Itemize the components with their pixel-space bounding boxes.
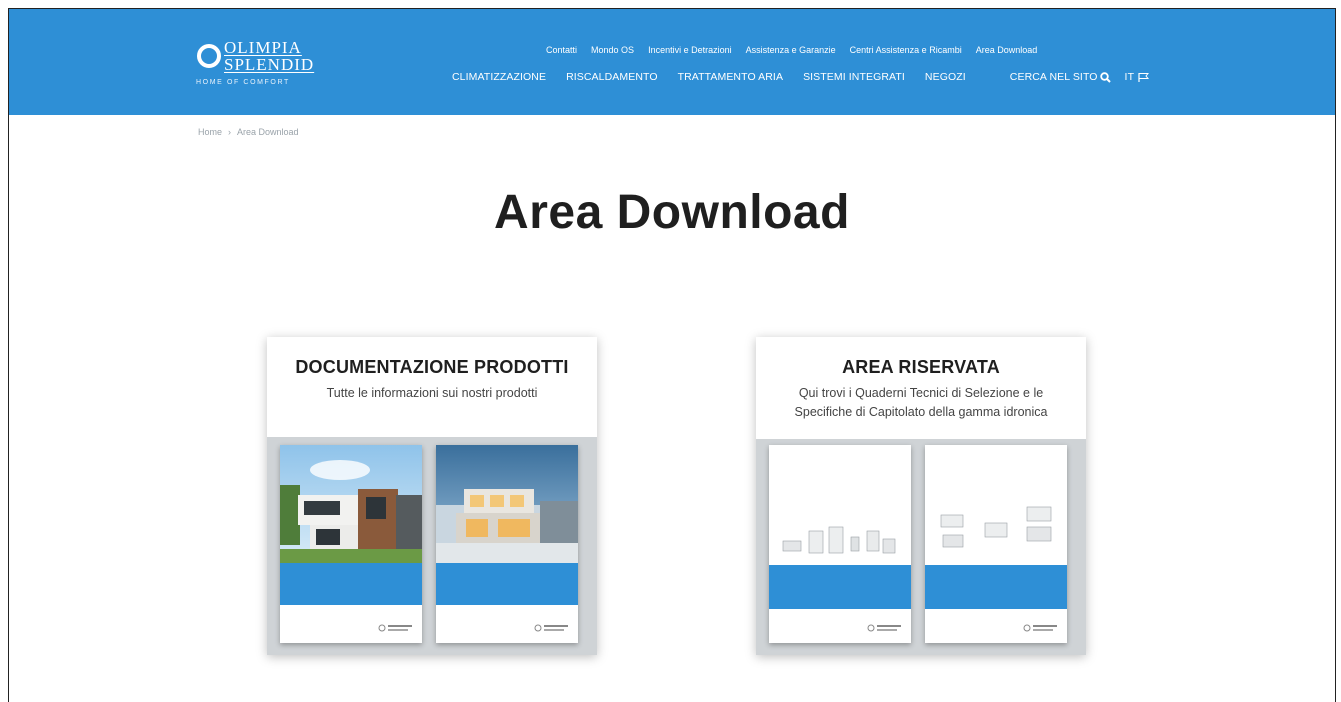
- booklet-footer: [769, 609, 911, 643]
- main-nav-trattamento-aria[interactable]: TRATTAMENTO ARIA: [678, 71, 783, 83]
- booklet-band: [925, 565, 1067, 609]
- search-icon: [1099, 71, 1111, 83]
- booklet-top: [769, 445, 911, 565]
- search-label: CERCA NEL SITO: [1009, 71, 1098, 83]
- cover-band: [280, 563, 422, 605]
- search-button[interactable]: CERCA NEL SITO: [1010, 71, 1111, 83]
- main-nav-negozi[interactable]: NEGOZI: [925, 71, 966, 83]
- page-title: Area Download: [494, 186, 850, 239]
- main-nav-sistemi-integrati[interactable]: SISTEMI INTEGRATI: [803, 71, 905, 83]
- page-frame: OLIMPIA SPLENDID HOME OF COMFORT Contatt…: [8, 8, 1336, 702]
- top-nav-mondo-os[interactable]: Mondo OS: [591, 45, 634, 55]
- breadcrumb-current: Area Download: [237, 127, 299, 137]
- language-selector[interactable]: IT: [1125, 71, 1150, 83]
- cover-footer: [280, 609, 422, 643]
- brand-mark-icon: [197, 44, 221, 68]
- main-nav-riscaldamento[interactable]: RISCALDAMENTO: [566, 71, 658, 83]
- breadcrumb-separator: ›: [228, 127, 232, 137]
- card-area-riservata[interactable]: AREA RISERVATA Qui trovi i Quaderni Tecn…: [756, 337, 1086, 655]
- language-label: IT: [1124, 71, 1135, 83]
- booklet-top: [925, 445, 1067, 565]
- olimpia-mini-logo-icon: [1023, 624, 1057, 632]
- olimpia-mini-logo-icon: [867, 624, 901, 632]
- olimpia-mini-logo-icon: [378, 624, 412, 632]
- breadcrumb-home[interactable]: Home: [198, 127, 222, 137]
- product-units-illustration: [940, 506, 1052, 548]
- card-header: DOCUMENTAZIONE PRODOTTI Tutte le informa…: [267, 337, 597, 437]
- main-nav: CLIMATIZZAZIONE RISCALDAMENTO TRATTAMENT…: [452, 71, 1150, 83]
- card-title: DOCUMENTAZIONE PRODOTTI: [295, 357, 569, 377]
- site-header: OLIMPIA SPLENDID HOME OF COMFORT Contatt…: [9, 9, 1335, 115]
- top-nav: Contatti Mondo OS Incentivi e Detrazioni…: [546, 45, 1037, 55]
- top-nav-assistenza[interactable]: Assistenza e Garanzie: [746, 45, 836, 55]
- cover-band: [436, 563, 578, 605]
- card-documentazione-prodotti[interactable]: DOCUMENTAZIONE PRODOTTI Tutte le informa…: [267, 337, 597, 655]
- product-units-illustration: [782, 526, 896, 554]
- olimpia-mini-logo-icon: [534, 624, 568, 632]
- cover-footer: [436, 609, 578, 643]
- main-nav-climatizzazione[interactable]: CLIMATIZZAZIONE: [452, 71, 546, 83]
- top-nav-contatti[interactable]: Contatti: [546, 45, 577, 55]
- house-photo: [280, 445, 422, 563]
- technical-booklet-1: [769, 445, 911, 643]
- card-title: AREA RISERVATA: [842, 357, 1000, 377]
- brand-logo[interactable]: OLIMPIA SPLENDID HOME OF COMFORT: [196, 39, 336, 94]
- technical-booklet-2: [925, 445, 1067, 643]
- catalog-cover-2: [436, 445, 578, 643]
- flag-icon: [1138, 73, 1150, 82]
- top-nav-incentivi[interactable]: Incentivi e Detrazioni: [648, 45, 732, 55]
- booklet-band: [769, 565, 911, 609]
- catalog-cover-1: [280, 445, 422, 643]
- house-night-photo: [436, 445, 578, 563]
- card-header: AREA RISERVATA Qui trovi i Quaderni Tecn…: [756, 337, 1086, 439]
- booklet-footer: [925, 609, 1067, 643]
- top-nav-area-download[interactable]: Area Download: [976, 45, 1038, 55]
- card-subtitle: Tutte le informazioni sui nostri prodott…: [326, 386, 538, 400]
- brand-tagline: HOME OF COMFORT: [196, 79, 290, 86]
- top-nav-centri-assistenza[interactable]: Centri Assistenza e Ricambi: [850, 45, 962, 55]
- breadcrumb: Home › Area Download: [198, 127, 299, 137]
- brand-name-line2: SPLENDID: [224, 55, 315, 74]
- card-subtitle: Qui trovi i Quaderni Tecnici di Selezion…: [794, 386, 1048, 419]
